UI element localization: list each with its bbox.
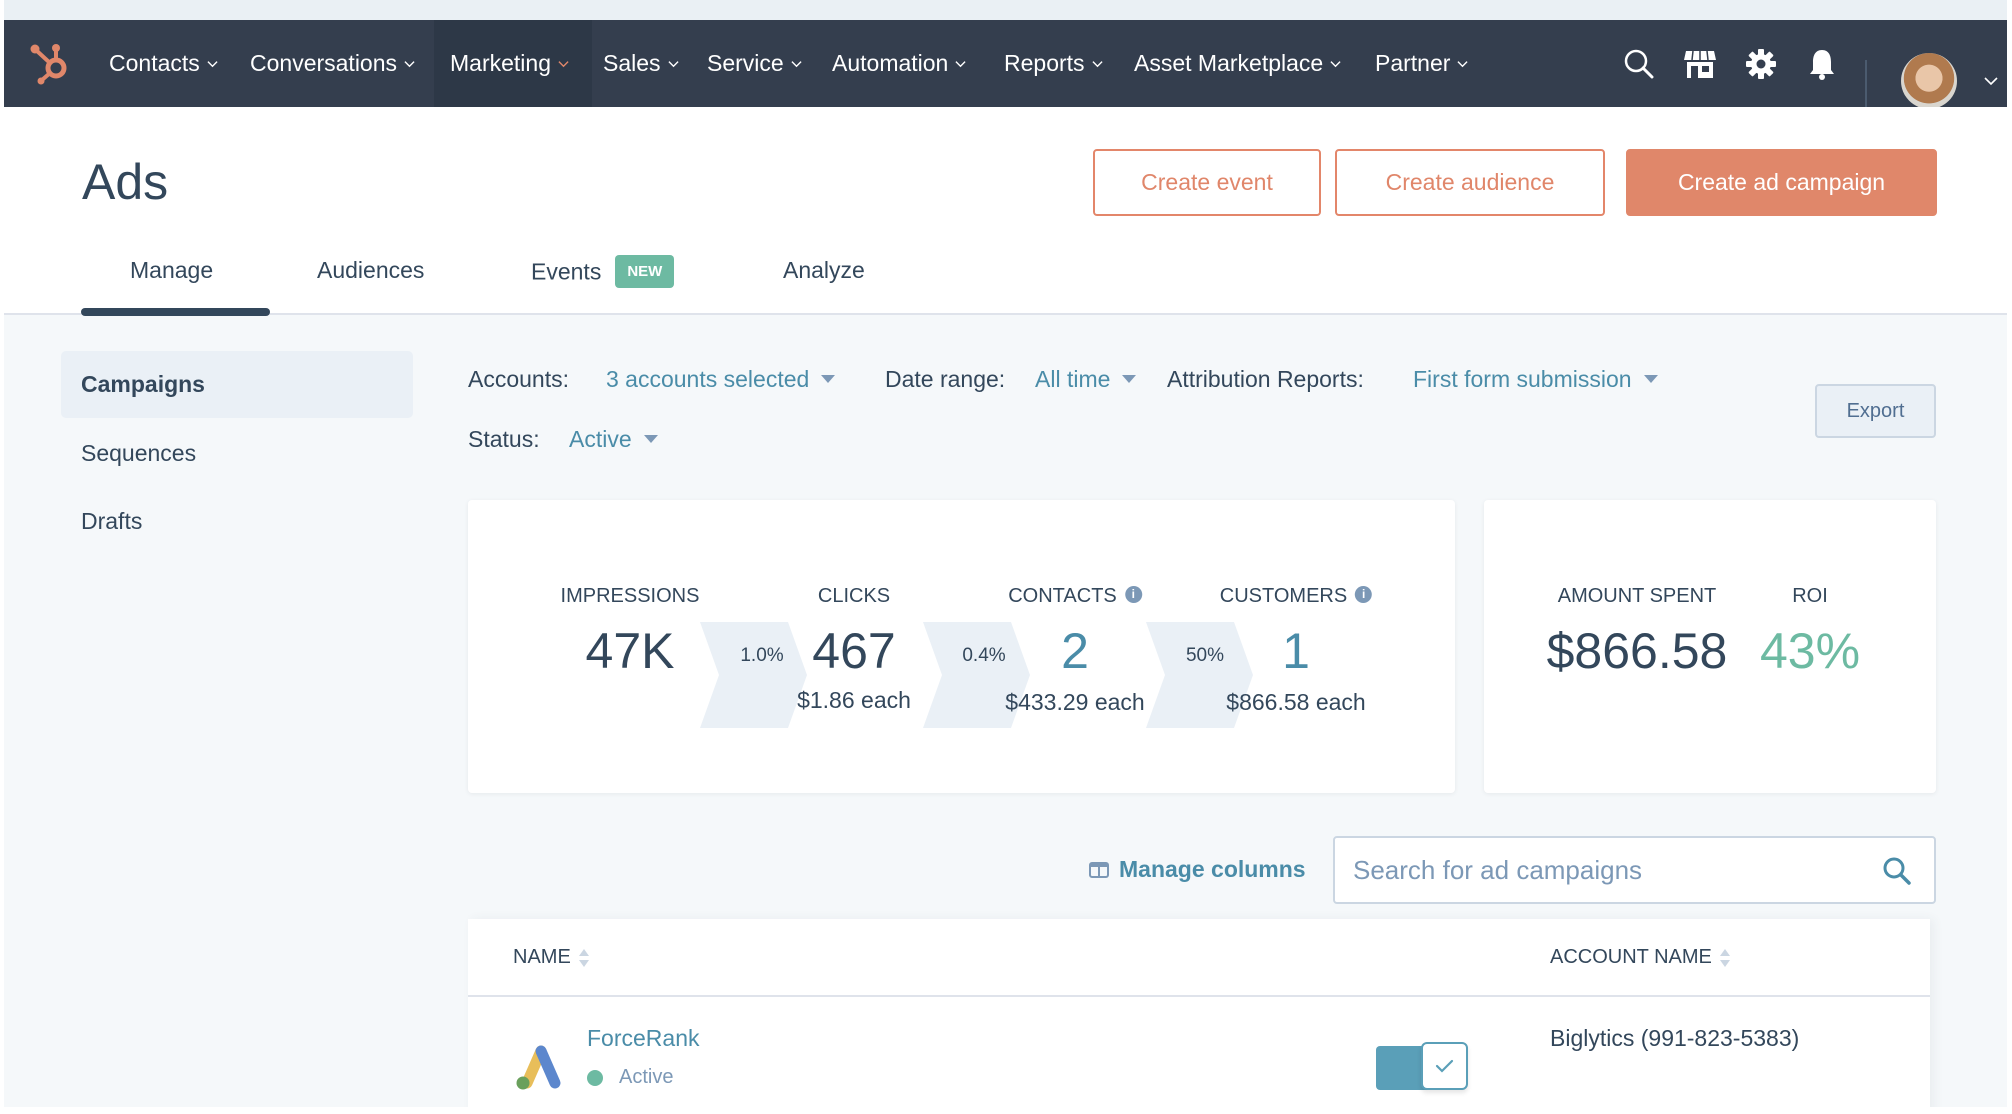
chevron-down-icon[interactable] (1984, 76, 1998, 86)
status-label: Status: (468, 426, 540, 452)
chevron-down-icon (955, 61, 966, 68)
chevron-down-icon (404, 61, 415, 68)
sort-icon (1719, 947, 1730, 969)
nav-reports[interactable]: Reports (1004, 20, 1103, 107)
nav-conversations[interactable]: Conversations (250, 20, 415, 107)
chevron-down-icon (558, 61, 569, 68)
status-dropdown[interactable]: Active (569, 426, 658, 453)
new-badge: NEW (615, 255, 675, 288)
search-campaigns-field[interactable] (1333, 836, 1936, 904)
cost-per-click: $1.86 each (797, 687, 911, 713)
nav-partner[interactable]: Partner (1375, 20, 1469, 107)
date-range-label: Date range: (885, 366, 1006, 392)
search-icon[interactable] (1622, 47, 1656, 81)
attribution-reports-label: Attribution Reports: (1167, 366, 1364, 392)
customers-value: 1 (1282, 623, 1310, 679)
caret-down-icon (643, 434, 658, 443)
toggle-knob (1421, 1042, 1468, 1090)
nav-contacts[interactable]: Contacts (109, 20, 218, 107)
roi-label: ROI (1792, 585, 1828, 607)
manage-columns-button[interactable]: Manage columns (1089, 856, 1306, 883)
contacts-label: CONTACTS i (1008, 585, 1142, 608)
hubspot-logo-icon[interactable] (26, 38, 74, 86)
google-ads-icon (516, 1045, 561, 1090)
attribution-reports-dropdown[interactable]: First form submission (1413, 366, 1658, 393)
date-range-dropdown[interactable]: All time (1035, 366, 1137, 393)
chevron-down-icon (667, 61, 679, 68)
chevron-down-icon (1330, 61, 1341, 68)
chevron-down-icon (1091, 61, 1103, 68)
search-input[interactable] (1353, 838, 1873, 902)
ads-page: Contacts Conversations Marketing Sales S… (4, 0, 2007, 1107)
tab-manage[interactable]: Manage (130, 257, 213, 284)
search-icon[interactable] (1882, 856, 1912, 886)
notifications-bell-icon[interactable] (1805, 47, 1839, 81)
sidebar-item-campaigns[interactable]: Campaigns (61, 351, 413, 418)
export-button[interactable]: Export (1815, 384, 1936, 438)
amount-spent-label: AMOUNT SPENT (1557, 585, 1717, 607)
columns-icon (1089, 861, 1109, 878)
column-header-name[interactable]: NAME (513, 946, 589, 969)
tab-events[interactable]: Events NEW (531, 255, 675, 290)
active-tab-indicator (81, 308, 270, 316)
browser-top-strip (4, 0, 2007, 20)
status-dot (587, 1069, 603, 1086)
campaign-name-link[interactable]: ForceRank (587, 1025, 699, 1052)
info-icon[interactable]: i (1355, 586, 1373, 604)
cost-per-contact: $433.29 each (1005, 689, 1145, 715)
page-title: Ads (82, 154, 169, 210)
nav-service[interactable]: Service (707, 20, 802, 107)
accounts-dropdown[interactable]: 3 accounts selected (606, 366, 836, 393)
tab-audiences[interactable]: Audiences (317, 257, 424, 284)
page-header: Ads Create event Create audience Create … (4, 107, 2007, 316)
user-avatar[interactable] (1901, 53, 1957, 109)
nav-divider (1865, 60, 1867, 107)
spend-roi-card: AMOUNT SPENT $866.58 ROI 43% (1484, 500, 1936, 793)
account-name-cell: Biglytics (991-823-5383) (1550, 1025, 1800, 1051)
marketplace-icon[interactable] (1683, 47, 1717, 81)
chevron-down-icon (207, 61, 218, 68)
sidebar-item-drafts[interactable]: Drafts (61, 488, 413, 555)
amount-spent-value: $866.58 (1546, 623, 1728, 679)
create-event-button[interactable]: Create event (1093, 149, 1321, 216)
customers-label: CUSTOMERS i (1220, 585, 1373, 608)
nav-marketing[interactable]: Marketing (434, 20, 592, 107)
column-header-account-name[interactable]: ACCOUNT NAME (1550, 946, 1730, 969)
create-audience-button[interactable]: Create audience (1335, 149, 1605, 216)
create-ad-campaign-button[interactable]: Create ad campaign (1626, 149, 1937, 216)
chevron-down-icon (1457, 61, 1469, 68)
conversion-arrow-shape (700, 622, 807, 728)
clicks-value: 467 (812, 623, 896, 679)
roi-value: 43% (1759, 623, 1861, 679)
sidebar-item-sequences[interactable]: Sequences (61, 420, 413, 487)
contacts-value: 2 (1061, 623, 1089, 679)
impressions-to-clicks-rate: 1.0% (740, 645, 784, 666)
campaign-enabled-toggle[interactable] (1376, 1042, 1468, 1091)
campaign-status: Active (587, 1066, 673, 1089)
checkmark-icon (1435, 1059, 1454, 1073)
nav-asset-marketplace[interactable]: Asset Marketplace (1134, 20, 1341, 107)
caret-down-icon (1643, 374, 1658, 383)
funnel-stats-card: IMPRESSIONS 47K 1.0% CLICKS 467 $1.86 ea… (468, 500, 1455, 793)
clicks-to-contacts-rate: 0.4% (962, 645, 1006, 666)
caret-down-icon (1122, 374, 1137, 383)
info-icon[interactable]: i (1124, 586, 1142, 604)
chevron-down-icon (791, 61, 802, 68)
accounts-label: Accounts: (468, 366, 569, 392)
clicks-label: CLICKS (817, 585, 891, 607)
nav-automation[interactable]: Automation (832, 20, 966, 107)
top-navigation: Contacts Conversations Marketing Sales S… (4, 20, 2007, 109)
contacts-to-customers-rate: 50% (1185, 645, 1225, 666)
table-header-divider (468, 995, 1930, 997)
caret-down-icon (821, 374, 836, 383)
campaigns-table: NAME ACCOUNT NAME ForceRank Active Bigly… (468, 919, 1930, 1107)
tab-analyze[interactable]: Analyze (783, 257, 865, 284)
impressions-value: 47K (585, 623, 675, 679)
impressions-label: IMPRESSIONS (560, 585, 700, 607)
settings-icon[interactable] (1744, 47, 1778, 81)
cost-per-customer: $866.58 each (1226, 689, 1366, 715)
nav-sales[interactable]: Sales (603, 20, 679, 107)
sort-icon (578, 947, 589, 969)
